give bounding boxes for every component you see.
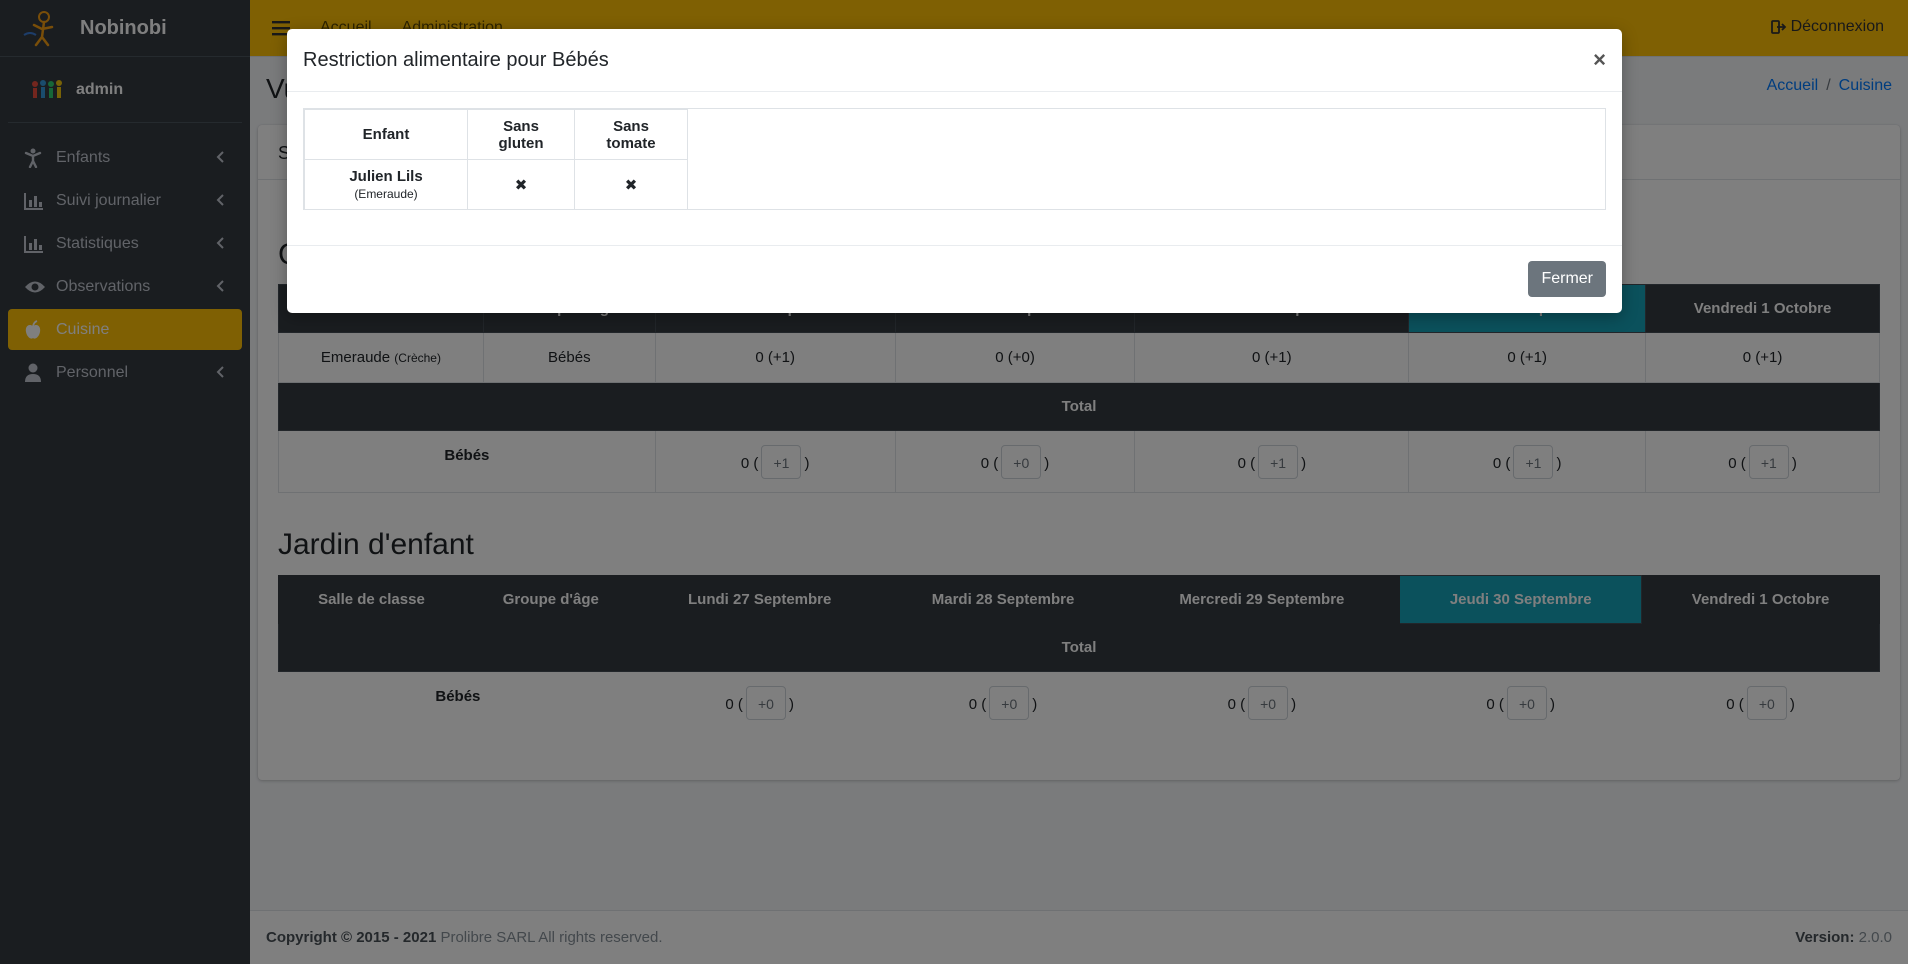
modal-header: Restriction alimentaire pour Bébés × [287, 29, 1622, 92]
modal-title: Restriction alimentaire pour Bébés [303, 48, 609, 71]
close-icon[interactable]: × [1593, 47, 1606, 73]
col-header: Sans tomate [574, 109, 688, 160]
restriction-table-wrapper: Enfant Sans gluten Sans tomate Julien Li… [303, 108, 1606, 210]
times-icon: ✖ [574, 159, 688, 210]
modal-footer: Fermer [287, 246, 1622, 312]
times-icon: ✖ [467, 159, 575, 210]
child-cell: Julien Lils (Emeraude) [304, 159, 468, 210]
col-header: Sans gluten [467, 109, 575, 160]
modal-body: Enfant Sans gluten Sans tomate Julien Li… [287, 92, 1622, 246]
table-header-row: Enfant Sans gluten Sans tomate [304, 109, 688, 160]
restriction-table: Enfant Sans gluten Sans tomate Julien Li… [304, 109, 688, 210]
dietary-restriction-modal: Restriction alimentaire pour Bébés × Enf… [287, 29, 1622, 313]
col-header: Enfant [304, 109, 468, 160]
table-row: Julien Lils (Emeraude) ✖ ✖ [304, 159, 688, 210]
close-button[interactable]: Fermer [1528, 261, 1606, 297]
